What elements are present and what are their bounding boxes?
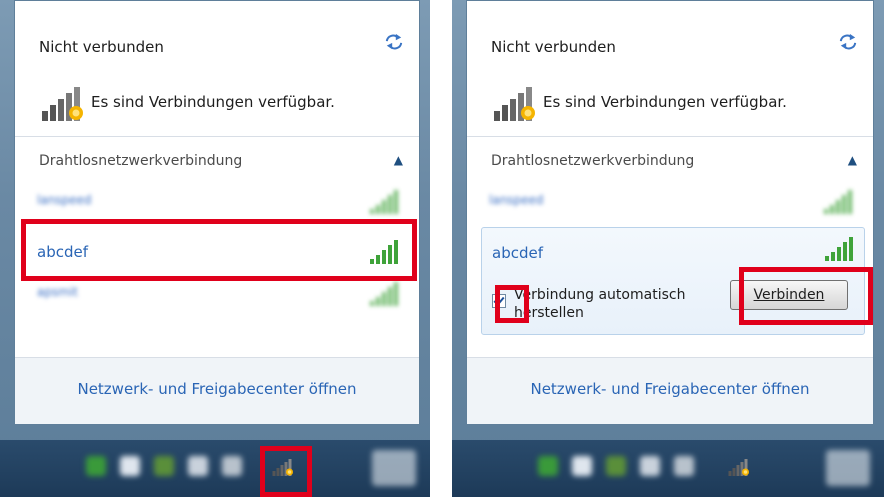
taskbar <box>452 440 884 497</box>
network-center-link[interactable]: Netzwerk- und Freigabecenter öffnen <box>467 380 873 398</box>
refresh-arrows-icon[interactable] <box>383 33 405 51</box>
chevron-up-icon[interactable]: ▲ <box>848 153 857 167</box>
signal-strength-icon <box>370 282 398 306</box>
footer-area: Netzwerk- und Freigabecenter öffnen <box>467 358 873 424</box>
highlight-box <box>21 219 417 281</box>
taskbar <box>0 440 430 497</box>
network-center-link[interactable]: Netzwerk- und Freigabecenter öffnen <box>15 380 419 398</box>
tray-icons <box>86 456 256 480</box>
divider <box>467 136 873 137</box>
status-title: Nicht verbunden <box>491 38 616 56</box>
availability-text: Es sind Verbindungen verfügbar. <box>91 93 335 111</box>
network-name: lanspeed <box>37 193 92 207</box>
network-flyout: Nicht verbunden Es sind Verbindungen ver… <box>14 0 420 425</box>
network-name: lanspeed <box>489 193 544 207</box>
network-flyout: Nicht verbunden Es sind Verbindungen ver… <box>466 0 874 425</box>
signal-strength-icon <box>370 190 398 214</box>
network-item[interactable]: lanspeed <box>475 181 865 225</box>
section-header: Drahtlosnetzwerkverbindung <box>491 153 695 169</box>
network-available-icon <box>494 87 535 121</box>
auto-connect-label: Verbindung automatisch herstellen <box>514 287 686 321</box>
section-header: Drahtlosnetzwerkverbindung <box>39 153 243 169</box>
tray-network-icon[interactable] <box>728 457 750 477</box>
clock <box>372 450 416 486</box>
highlight-box <box>495 285 529 323</box>
chevron-up-icon[interactable]: ▲ <box>394 153 403 167</box>
divider <box>15 136 419 137</box>
clock <box>826 450 870 486</box>
signal-strength-icon <box>825 237 853 261</box>
right-screenshot: Nicht verbunden Es sind Verbindungen ver… <box>452 0 884 497</box>
network-name: abcdef <box>492 244 543 262</box>
highlight-box <box>739 267 873 325</box>
status-title: Nicht verbunden <box>39 38 164 56</box>
left-screenshot: Nicht verbunden Es sind Verbindungen ver… <box>0 0 430 497</box>
refresh-arrows-icon[interactable] <box>837 33 859 51</box>
footer-area: Netzwerk- und Freigabecenter öffnen <box>15 358 419 424</box>
network-available-icon <box>42 87 83 121</box>
tray-icons <box>538 456 708 480</box>
network-name: apsmit <box>37 285 78 299</box>
signal-strength-icon <box>824 190 852 214</box>
highlight-box <box>260 446 312 497</box>
availability-text: Es sind Verbindungen verfügbar. <box>543 93 787 111</box>
